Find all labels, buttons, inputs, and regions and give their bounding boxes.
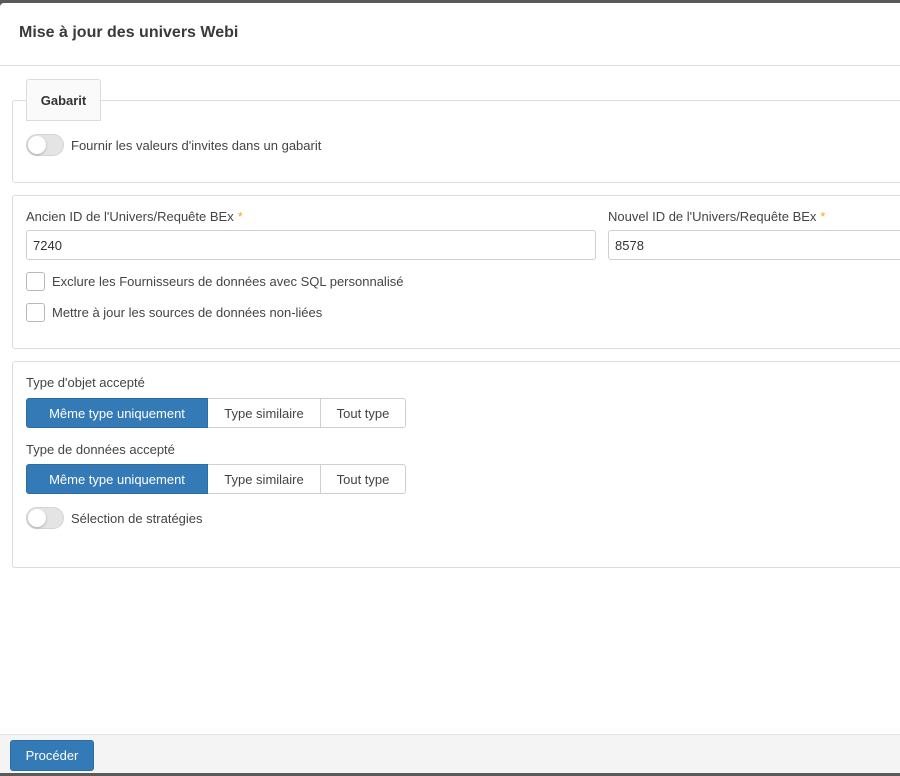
template-toggle-label: Fournir les valeurs d'invites dans un ga… [71, 137, 322, 153]
template-toggle-row: Fournir les valeurs d'invites dans un ga… [26, 134, 321, 156]
required-mark: * [237, 209, 243, 224]
exclude-custom-sql-row: Exclure les Fournisseurs de données avec… [26, 272, 403, 291]
proceed-button[interactable]: Procéder [10, 740, 94, 771]
template-toggle[interactable] [26, 134, 64, 156]
data-type-group: Même type uniquement Type similaire Tout… [26, 464, 406, 494]
update-unlinked-sources-label: Mettre à jour les sources de données non… [52, 305, 323, 320]
object-type-same-button[interactable]: Même type uniquement [26, 398, 208, 428]
exclude-custom-sql-checkbox[interactable] [26, 272, 45, 291]
new-id-label: Nouvel ID de l'Univers/Requête BEx * [608, 209, 825, 224]
new-id-label-text: Nouvel ID de l'Univers/Requête BEx [608, 209, 817, 224]
exclude-custom-sql-label: Exclure les Fournisseurs de données avec… [52, 274, 404, 289]
toggle-knob [28, 136, 46, 154]
dialog-title: Mise à jour des univers Webi [19, 24, 239, 41]
template-tab[interactable]: Gabarit [26, 79, 101, 121]
data-type-same-button[interactable]: Même type uniquement [26, 464, 208, 494]
data-type-label: Type de données accepté [26, 442, 175, 457]
object-type-any-button[interactable]: Tout type [320, 398, 406, 428]
object-type-group: Même type uniquement Type similaire Tout… [26, 398, 406, 428]
strategy-toggle-label: Sélection de stratégies [71, 510, 203, 526]
toggle-knob [28, 509, 46, 527]
old-id-label-text: Ancien ID de l'Univers/Requête BEx [26, 209, 234, 224]
old-id-label: Ancien ID de l'Univers/Requête BEx * [26, 209, 243, 224]
update-universes-dialog: Mise à jour des univers Webi Gabarit Fou… [0, 3, 900, 773]
strategy-toggle[interactable] [26, 507, 64, 529]
dialog-header: Mise à jour des univers Webi [0, 3, 900, 66]
required-mark: * [820, 209, 826, 224]
new-id-input[interactable] [608, 230, 900, 260]
object-type-label: Type d'objet accepté [26, 375, 145, 390]
object-type-similar-button[interactable]: Type similaire [207, 398, 321, 428]
data-type-similar-button[interactable]: Type similaire [207, 464, 321, 494]
update-unlinked-sources-checkbox[interactable] [26, 303, 45, 322]
update-unlinked-sources-row: Mettre à jour les sources de données non… [26, 303, 322, 322]
old-id-input[interactable] [26, 230, 596, 260]
data-type-any-button[interactable]: Tout type [320, 464, 406, 494]
dialog-footer: Procéder [0, 734, 900, 773]
strategy-toggle-row: Sélection de stratégies [26, 507, 203, 529]
